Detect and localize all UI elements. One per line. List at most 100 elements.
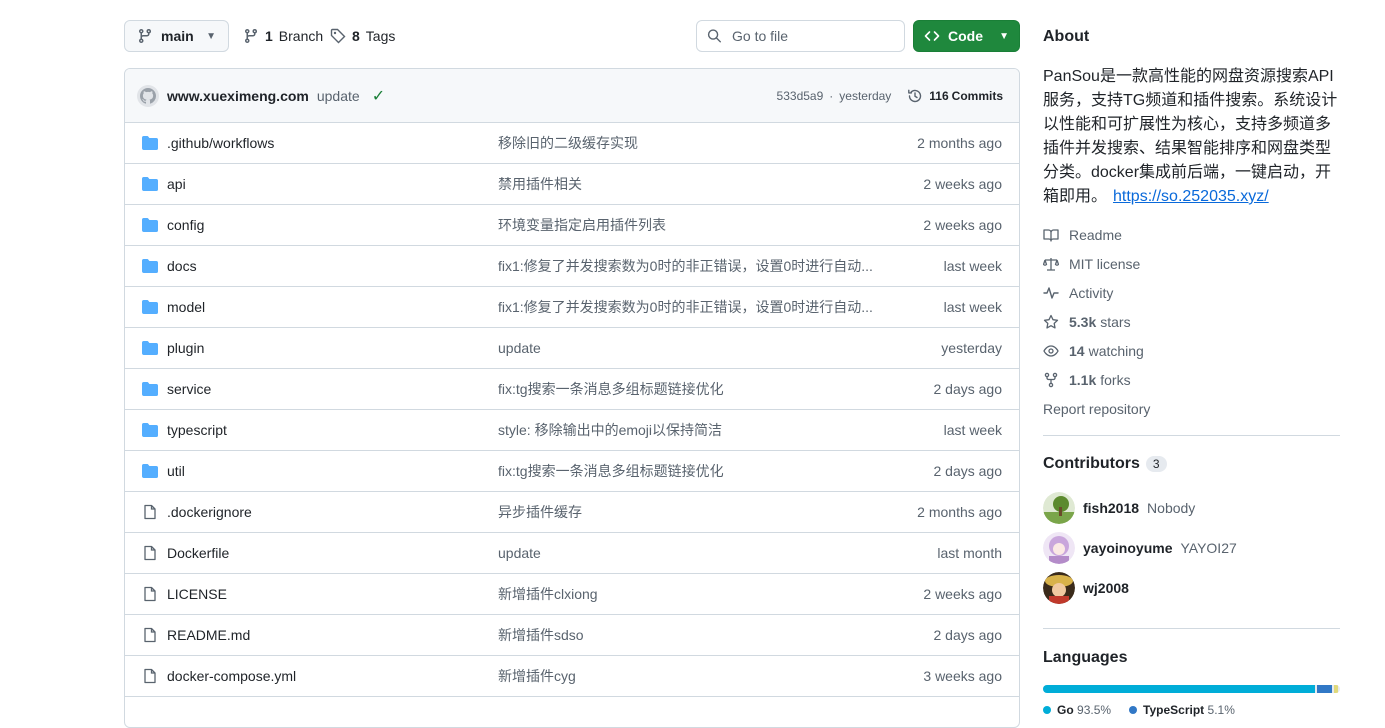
code-button[interactable]: Code ▼ (913, 20, 1020, 52)
folder-icon (141, 217, 158, 233)
file-name-link[interactable]: config (167, 217, 497, 233)
commit-time: yesterday (839, 88, 892, 103)
file-commit-message-link[interactable]: 新增插件cyg (498, 666, 878, 686)
language-color-dot (1129, 706, 1138, 714)
file-commit-date: 2 months ago (917, 504, 1002, 520)
file-commit-date: last week (943, 422, 1002, 438)
tag-label: Tags (365, 28, 396, 44)
file-commit-message-link[interactable]: fix1:修复了并发搜索数为0时的非正错误，设置0时进行自动... (498, 256, 878, 276)
avatar[interactable] (1043, 572, 1075, 604)
file-name-link[interactable]: plugin (167, 340, 497, 356)
file-commit-date: 2 months ago (917, 135, 1002, 151)
file-row[interactable]: model fix1:修复了并发搜索数为0时的非正错误，设置0时进行自动... la… (125, 287, 1019, 328)
contributor-item[interactable]: wj2008 (1043, 572, 1137, 604)
file-name-link[interactable]: docs (167, 258, 497, 274)
commit-sha[interactable]: 533d5a9 (777, 89, 824, 103)
languages-heading: Languages (1043, 649, 1128, 666)
language-percent: 93.5% (1077, 703, 1112, 717)
file-commit-date: last week (943, 299, 1002, 315)
forks-link[interactable]: 1.1k forks (1043, 370, 1131, 390)
commits-label: Commits (951, 88, 1003, 103)
file-row[interactable]: LICENSE 新增插件clxiong 2 weeks ago (125, 574, 1019, 615)
file-commit-message-link[interactable]: 禁用插件相关 (498, 174, 878, 194)
file-name-link[interactable]: LICENSE (167, 586, 497, 602)
commits-count: 116 (929, 88, 949, 103)
file-name-link[interactable]: model (167, 299, 497, 315)
commit-author-link[interactable]: www.xueximeng.com (167, 88, 309, 104)
contributors-heading[interactable]: Contributors 3 (1043, 455, 1167, 473)
file-row[interactable]: README.md 新增插件sdso 2 days ago (125, 615, 1019, 656)
language-legend-item[interactable]: TypeScript 5.1% (1129, 703, 1235, 717)
folder-icon (141, 422, 158, 438)
file-icon (141, 668, 158, 684)
file-commit-date: last month (937, 545, 1002, 561)
forks-label: forks (1100, 372, 1131, 388)
license-link[interactable]: MIT license (1043, 254, 1140, 274)
file-commit-message-link[interactable]: 异步插件缓存 (498, 502, 878, 522)
file-commit-message-link[interactable]: update (498, 545, 878, 561)
file-commit-message-link[interactable]: 移除旧的二级缓存实现 (498, 133, 878, 153)
file-name-link[interactable]: api (167, 176, 497, 192)
contributor-login[interactable]: yayoinoyume (1083, 540, 1172, 556)
file-row[interactable]: .dockerignore 异步插件缓存 2 months ago (125, 492, 1019, 533)
report-repository-link[interactable]: Report repository (1043, 399, 1150, 419)
watching-count: 14 (1069, 343, 1085, 359)
search-icon (707, 29, 722, 43)
language-name: Go (1057, 703, 1074, 717)
avatar[interactable] (1043, 532, 1075, 564)
file-name-link[interactable]: README.md (167, 627, 497, 643)
file-commit-message-link[interactable]: style: 移除输出中的emoji以保持简洁 (498, 420, 878, 440)
contributor-login[interactable]: wj2008 (1083, 580, 1129, 596)
commits-history-link[interactable]: 116 Commits (907, 88, 1003, 104)
file-name-link[interactable]: typescript (167, 422, 497, 438)
language-legend-item[interactable]: Go 93.5% (1043, 703, 1111, 717)
file-name-link[interactable]: .github/workflows (167, 135, 497, 151)
file-row[interactable]: plugin update yesterday (125, 328, 1019, 369)
watchers-link[interactable]: 14 watching (1043, 341, 1144, 361)
sidebar-divider (1043, 628, 1340, 629)
eye-icon (1043, 345, 1059, 357)
git-branch-icon (244, 29, 257, 44)
homepage-link[interactable]: https://so.252035.xyz/ (1113, 188, 1269, 205)
branch-selector-button[interactable]: main ▼ (124, 20, 229, 52)
readme-link[interactable]: Readme (1043, 225, 1122, 245)
contributor-item[interactable]: fish2018 Nobody (1043, 492, 1195, 524)
file-row[interactable]: Dockerfile update last month (125, 533, 1019, 574)
check-icon[interactable]: ✓ (372, 86, 385, 106)
stars-link[interactable]: 5.3k stars (1043, 312, 1131, 332)
file-commit-message-link[interactable]: 新增插件sdso (498, 625, 878, 645)
commit-author-avatar[interactable] (137, 84, 159, 107)
tags-link[interactable]: 8 Tags (330, 20, 395, 52)
file-name-link[interactable]: .dockerignore (167, 504, 497, 520)
file-row[interactable]: typescript style: 移除输出中的emoji以保持简洁 last we… (125, 410, 1019, 451)
file-commit-message-link[interactable]: fix1:修复了并发搜索数为0时的非正错误，设置0时进行自动... (498, 297, 878, 317)
go-to-file-input[interactable] (730, 27, 894, 45)
file-row[interactable]: service fix:tg搜索一条消息多组标题链接优化 2 days ago (125, 369, 1019, 410)
file-commit-message-link[interactable]: fix:tg搜索一条消息多组标题链接优化 (498, 379, 878, 399)
file-commit-message-link[interactable]: fix:tg搜索一条消息多组标题链接优化 (498, 461, 878, 481)
file-name-link[interactable]: Dockerfile (167, 545, 497, 561)
folder-icon (141, 135, 158, 151)
contributor-login[interactable]: fish2018 (1083, 500, 1139, 516)
stars-count: 5.3k (1069, 314, 1097, 330)
file-commit-message-link[interactable]: 新增插件clxiong (498, 584, 878, 604)
file-row[interactable]: util fix:tg搜索一条消息多组标题链接优化 2 days ago (125, 451, 1019, 492)
branches-link[interactable]: 1 Branch (243, 20, 323, 52)
file-name-link[interactable]: util (167, 463, 497, 479)
file-commit-message-link[interactable]: update (498, 340, 878, 356)
activity-link[interactable]: Activity (1043, 283, 1113, 303)
git-branch-icon (138, 29, 151, 44)
file-name-link[interactable]: service (167, 381, 497, 397)
file-row[interactable]: .github/workflows 移除旧的二级缓存实现 2 months ago (125, 123, 1019, 164)
go-to-file-search[interactable] (696, 20, 905, 52)
file-commit-message-link[interactable]: 环境变量指定启用插件列表 (498, 215, 878, 235)
file-row[interactable]: config 环境变量指定启用插件列表 2 weeks ago (125, 205, 1019, 246)
avatar[interactable] (1043, 492, 1075, 524)
file-row[interactable]: docs fix1:修复了并发搜索数为0时的非正错误，设置0时进行自动... las… (125, 246, 1019, 287)
file-name-link[interactable]: docker-compose.yml (167, 668, 497, 684)
contributor-item[interactable]: yayoinoyume YAYOI27 (1043, 532, 1237, 564)
commit-message-link[interactable]: update (317, 88, 360, 104)
file-row[interactable]: docker-compose.yml 新增插件cyg 3 weeks ago (125, 656, 1019, 697)
language-bar-segment (1333, 685, 1338, 693)
file-row[interactable]: api 禁用插件相关 2 weeks ago (125, 164, 1019, 205)
